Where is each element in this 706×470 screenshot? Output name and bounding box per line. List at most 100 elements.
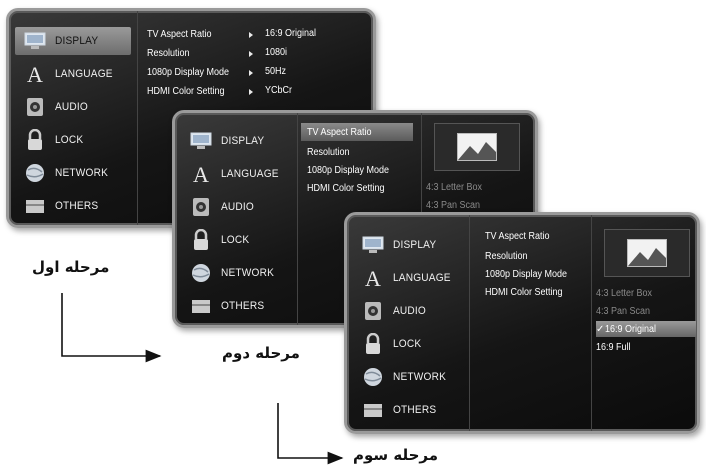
padlock-icon	[361, 333, 385, 355]
sidebar-item-audio[interactable]: AUDIO	[181, 193, 291, 221]
aspect-option-label: 4:3 Pan Scan	[596, 305, 651, 317]
setting-row-resolution[interactable]: Resolution	[307, 143, 413, 161]
sidebar-item-label: LOCK	[393, 338, 422, 350]
letter-a-icon: A	[23, 63, 47, 85]
chevron-right-icon	[249, 32, 253, 38]
sidebar-item-label: LOCK	[55, 134, 84, 146]
setting-row-tv-aspect-ratio[interactable]: TV Aspect Ratio	[485, 227, 589, 245]
setting-row-hdmi-color-setting[interactable]: HDMI Color Setting	[147, 82, 367, 100]
sidebar-item-network[interactable]: NETWORK	[181, 259, 291, 287]
check-icon: ✓	[596, 323, 605, 335]
setting-label: 1080p Display Mode	[147, 66, 230, 78]
aspect-option-original[interactable]: ✓ 16:9 Original	[596, 321, 696, 337]
setting-label: TV Aspect Ratio	[485, 230, 550, 242]
monitor-icon	[361, 234, 385, 256]
speaker-icon	[189, 196, 213, 218]
sidebar-item-display[interactable]: DISPLAY	[353, 231, 463, 259]
sidebar-item-label: NETWORK	[221, 267, 275, 279]
aspect-option-letter-box[interactable]: 4:3 Letter Box	[596, 285, 696, 301]
aspect-option-letter-box[interactable]: 4:3 Letter Box	[426, 179, 534, 195]
setting-label: TV Aspect Ratio	[307, 126, 372, 138]
setting-row-tv-aspect-ratio[interactable]: TV Aspect Ratio	[147, 25, 367, 43]
sidebar-item-display[interactable]: DISPLAY	[15, 27, 131, 55]
folder-icon	[361, 399, 385, 421]
sidebar-item-label: AUDIO	[393, 305, 426, 317]
svg-text:A: A	[193, 163, 209, 185]
aspect-option-pan-scan[interactable]: 4:3 Pan Scan	[596, 303, 696, 319]
sidebar-item-language[interactable]: A LANGUAGE	[353, 264, 463, 292]
sidebar-item-label: OTHERS	[393, 404, 437, 416]
folder-icon	[189, 295, 213, 317]
globe-icon	[189, 262, 213, 284]
sidebar-item-label: LANGUAGE	[221, 168, 279, 180]
sidebar-item-audio[interactable]: AUDIO	[15, 93, 131, 121]
aspect-option-label: 4:3 Letter Box	[426, 181, 483, 193]
setting-label: Resolution	[147, 47, 190, 59]
setting-label: 1080p Display Mode	[307, 164, 390, 176]
svg-text:A: A	[27, 63, 43, 85]
speaker-icon	[361, 300, 385, 322]
menu-screen-step3: DISPLAY A LANGUAGE AUDIO LOCK NETWORK OT…	[344, 212, 700, 434]
caption-step3: مرحله سوم	[353, 446, 439, 464]
aspect-preview	[434, 123, 520, 171]
sidebar-item-language[interactable]: A LANGUAGE	[15, 60, 131, 88]
setting-row-resolution[interactable]: Resolution	[147, 44, 367, 62]
caption-step2: مرحله دوم	[222, 344, 300, 362]
setting-value: YCbCr	[265, 85, 293, 96]
sidebar-item-network[interactable]: NETWORK	[353, 363, 463, 391]
sidebar-item-others[interactable]: OTHERS	[15, 192, 131, 220]
setting-row-hdmi-color-setting[interactable]: HDMI Color Setting	[485, 283, 589, 301]
monitor-icon	[189, 130, 213, 152]
sidebar-item-label: AUDIO	[55, 101, 88, 113]
setting-label: HDMI Color Setting	[307, 182, 385, 194]
setting-row-hdmi-color-setting[interactable]: HDMI Color Setting	[307, 179, 413, 197]
sidebar-item-network[interactable]: NETWORK	[15, 159, 131, 187]
letter-a-icon: A	[189, 163, 213, 185]
sidebar-item-others[interactable]: OTHERS	[353, 396, 463, 424]
sidebar-item-label: AUDIO	[221, 201, 254, 213]
setting-label: Resolution	[307, 146, 350, 158]
globe-icon	[23, 162, 47, 184]
svg-text:A: A	[365, 267, 381, 289]
setting-value: 1080i	[265, 47, 288, 58]
aspect-option-pan-scan[interactable]: 4:3 Pan Scan	[426, 197, 534, 213]
sidebar-item-display[interactable]: DISPLAY	[181, 127, 291, 155]
chevron-right-icon	[249, 89, 253, 95]
sidebar-item-others[interactable]: OTHERS	[181, 292, 291, 320]
setting-row-1080p-display-mode[interactable]: 1080p Display Mode	[307, 161, 413, 179]
chevron-right-icon	[249, 51, 253, 57]
padlock-icon	[189, 229, 213, 251]
padlock-icon	[23, 129, 47, 151]
sidebar-item-audio[interactable]: AUDIO	[353, 297, 463, 325]
setting-row-tv-aspect-ratio[interactable]: TV Aspect Ratio	[301, 123, 413, 141]
setting-label: HDMI Color Setting	[147, 85, 225, 97]
sidebar-item-language[interactable]: A LANGUAGE	[181, 160, 291, 188]
chevron-right-icon	[249, 70, 253, 76]
sidebar-item-lock[interactable]: LOCK	[181, 226, 291, 254]
setting-row-1080p-display-mode[interactable]: 1080p Display Mode	[147, 63, 367, 81]
sidebar-item-lock[interactable]: LOCK	[353, 330, 463, 358]
aspect-option-label: 4:3 Pan Scan	[426, 199, 481, 211]
aspect-option-full[interactable]: 16:9 Full	[596, 339, 696, 355]
aspect-option-label: 16:9 Original	[605, 323, 657, 335]
aspect-option-label: 4:3 Letter Box	[596, 287, 653, 299]
sidebar-item-lock[interactable]: LOCK	[15, 126, 131, 154]
letter-a-icon: A	[361, 267, 385, 289]
sidebar: DISPLAY A LANGUAGE AUDIO LOCK NETWORK OT…	[175, 113, 298, 325]
sidebar-item-label: DISPLAY	[221, 135, 265, 147]
arrow-step1-to-step2	[61, 293, 162, 363]
landscape-image-icon	[627, 239, 667, 267]
setting-label: HDMI Color Setting	[485, 286, 563, 298]
setting-value: 50Hz	[265, 66, 287, 77]
sidebar-item-label: DISPLAY	[55, 35, 99, 47]
folder-icon	[23, 195, 47, 217]
speaker-icon	[23, 96, 47, 118]
aspect-submenu: 4:3 Letter Box 4:3 Pan Scan ✓ 16:9 Origi…	[591, 215, 697, 431]
monitor-icon	[23, 30, 47, 52]
globe-icon	[361, 366, 385, 388]
sidebar: DISPLAY A LANGUAGE AUDIO LOCK NETWORK OT…	[9, 11, 138, 225]
setting-row-resolution[interactable]: Resolution	[485, 247, 589, 265]
sidebar: DISPLAY A LANGUAGE AUDIO LOCK NETWORK OT…	[347, 215, 470, 431]
setting-row-1080p-display-mode[interactable]: 1080p Display Mode	[485, 265, 589, 283]
setting-label: 1080p Display Mode	[485, 268, 568, 280]
